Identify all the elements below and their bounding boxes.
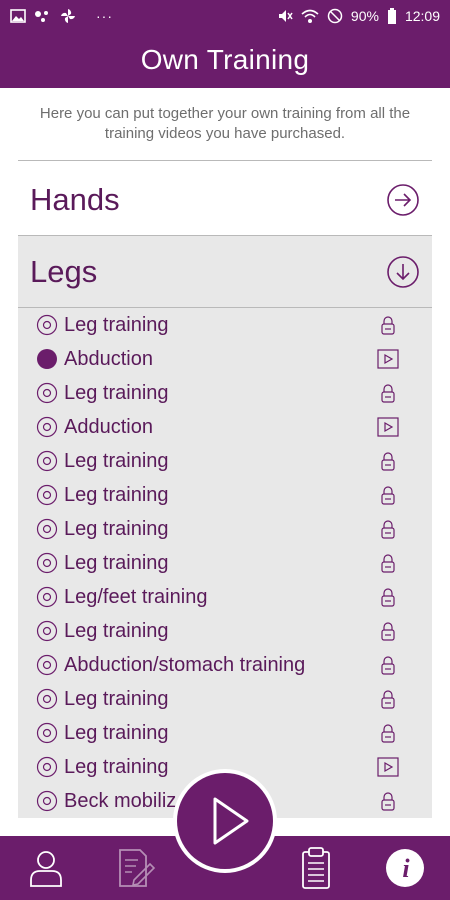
arrow-down-circle-icon[interactable] — [386, 255, 420, 289]
list-item[interactable]: Leg training — [18, 512, 432, 546]
list-item-label: Leg training — [64, 619, 169, 642]
list-item-label: Leg training — [64, 381, 169, 404]
battery-percent: 90% — [350, 8, 379, 24]
list-item-label: Leg training — [64, 721, 169, 744]
list-item[interactable]: Leg training — [18, 478, 432, 512]
list-item[interactable]: Leg training — [18, 376, 432, 410]
app-header: Own Training — [0, 32, 450, 88]
list-item[interactable]: Leg training — [18, 614, 432, 648]
lock-icon — [381, 486, 395, 505]
list-item[interactable]: Abduction — [18, 342, 432, 376]
description-text: Here you can put together your own train… — [39, 105, 411, 142]
info-icon[interactable]: i — [383, 846, 427, 890]
radio-unselected-icon[interactable] — [36, 416, 58, 438]
status-bar: ··· 90% 12:09 — [0, 0, 450, 32]
radio-unselected-icon[interactable] — [36, 518, 58, 540]
legs-exercise-items: Leg training Abduction Leg training Adducti… — [18, 308, 432, 818]
list-item-label: Leg training — [64, 483, 169, 506]
category-hands[interactable]: Hands — [18, 164, 432, 236]
list-item[interactable]: Leg training — [18, 546, 432, 580]
play-video-icon[interactable] — [376, 755, 400, 779]
status-bar-left: ··· — [10, 8, 113, 24]
list-item[interactable]: Leg training — [18, 716, 432, 750]
clipboard-icon[interactable] — [294, 846, 338, 890]
radio-unselected-icon[interactable] — [36, 620, 58, 642]
lock-icon — [381, 724, 395, 743]
page-title: Own Training — [140, 44, 310, 75]
radio-unselected-icon[interactable] — [36, 688, 58, 710]
list-item-label: Leg training — [64, 551, 169, 574]
lock-icon — [381, 622, 395, 641]
list-item[interactable]: Leg/feet training — [18, 580, 432, 614]
list-item[interactable]: Leg training — [18, 682, 432, 716]
fan-icon — [61, 9, 75, 23]
play-video-icon[interactable] — [376, 415, 400, 439]
block-icon — [327, 8, 343, 24]
lock-icon — [381, 384, 395, 403]
lock-icon — [381, 656, 395, 675]
list-item[interactable]: Leg training — [18, 444, 432, 478]
radio-unselected-icon[interactable] — [36, 314, 58, 336]
divider — [18, 160, 432, 161]
clock: 12:09 — [404, 8, 440, 24]
lock-icon — [381, 520, 395, 539]
category-label: Hands — [30, 182, 120, 217]
category-legs[interactable]: Legs — [18, 236, 432, 308]
radio-unselected-icon[interactable] — [36, 484, 58, 506]
lock-icon — [381, 792, 395, 811]
edit-document-icon[interactable] — [112, 846, 156, 890]
list-item-label: Leg training — [64, 517, 169, 540]
play-icon — [213, 797, 249, 845]
list-item[interactable]: Abduction/stomach training — [18, 648, 432, 682]
radio-unselected-icon[interactable] — [36, 756, 58, 778]
battery-icon — [387, 8, 396, 24]
profile-icon[interactable] — [24, 846, 68, 890]
legs-exercise-list[interactable]: Leg training Abduction Leg training Adducti… — [18, 308, 432, 818]
lock-icon — [381, 690, 395, 709]
status-bar-right: 90% 12:09 — [277, 8, 440, 24]
list-item-label: Leg/feet training — [64, 585, 208, 608]
play-button[interactable] — [177, 773, 273, 869]
list-item-label: Abduction — [64, 347, 153, 370]
list-item-label: Leg training — [64, 687, 169, 710]
radio-unselected-icon[interactable] — [36, 654, 58, 676]
radio-unselected-icon[interactable] — [36, 586, 58, 608]
signal-dots-icon — [35, 11, 48, 22]
list-item-label: Leg training — [64, 449, 169, 472]
radio-unselected-icon[interactable] — [36, 790, 58, 812]
list-item-label: Abduction/stomach training — [64, 653, 306, 676]
list-item-label: Leg training — [64, 313, 169, 336]
radio-unselected-icon[interactable] — [36, 552, 58, 574]
radio-unselected-icon[interactable] — [36, 382, 58, 404]
wifi-icon — [301, 9, 319, 23]
lock-icon — [381, 316, 395, 335]
lock-icon — [381, 588, 395, 607]
list-item-label: Adduction — [64, 415, 153, 438]
svg-text:i: i — [402, 854, 410, 883]
list-item[interactable]: Adduction — [18, 410, 432, 444]
list-item[interactable]: Leg training — [18, 308, 432, 342]
mute-icon — [278, 10, 293, 22]
category-label: Legs — [30, 254, 98, 289]
lock-icon — [381, 452, 395, 471]
play-video-icon[interactable] — [376, 347, 400, 371]
more-dots-icon: ··· — [96, 8, 113, 24]
arrow-right-circle-icon[interactable] — [386, 183, 420, 217]
image-icon — [10, 9, 26, 23]
radio-unselected-icon[interactable] — [36, 450, 58, 472]
list-item-label: Leg training — [64, 755, 169, 778]
radio-unselected-icon[interactable] — [36, 722, 58, 744]
radio-selected-icon[interactable] — [36, 348, 58, 370]
lock-icon — [381, 554, 395, 573]
list-item-label: Beck mobiliz — [64, 789, 177, 812]
